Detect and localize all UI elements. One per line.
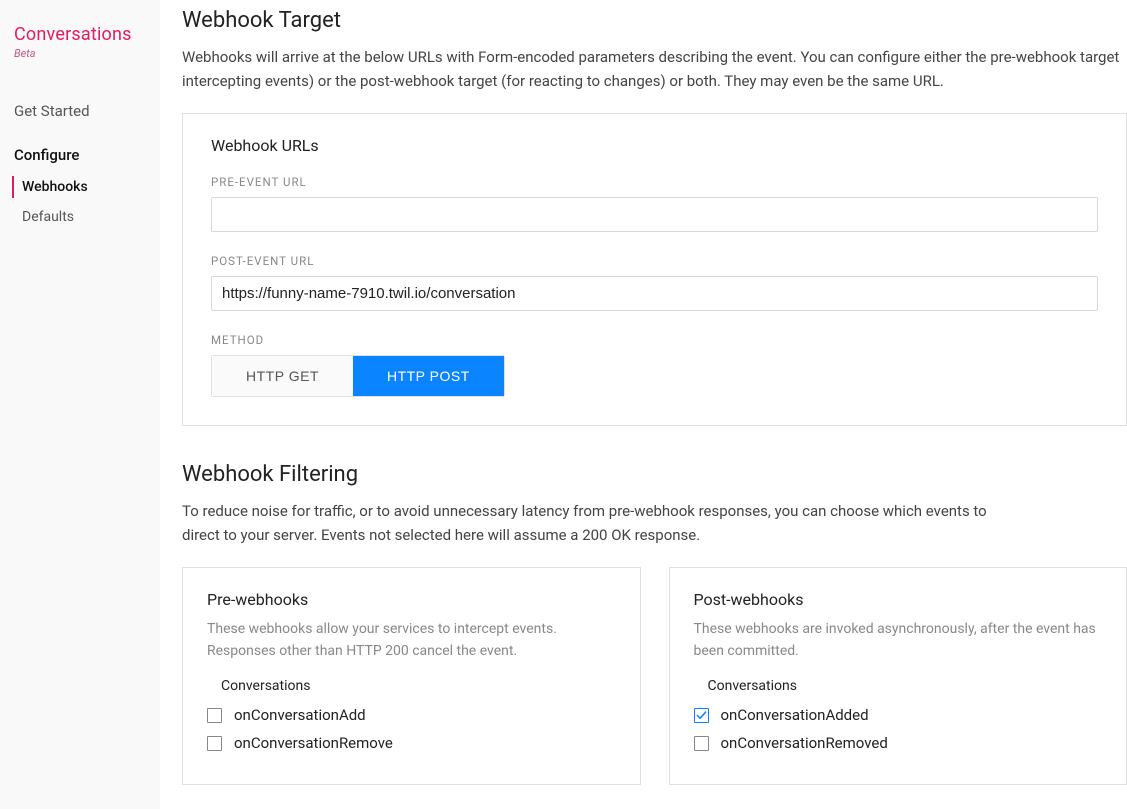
post-webhooks-title: Post-webhooks <box>694 590 1103 609</box>
sidebar: Conversations Beta Get Started Configure… <box>0 0 160 809</box>
webhook-filtering-heading: Webhook Filtering <box>182 462 1127 487</box>
post-webhooks-desc: These webhooks are invoked asynchronousl… <box>694 619 1103 662</box>
webhook-urls-title: Webhook URLs <box>211 136 1098 155</box>
pre-event-url-label: PRE-EVENT URL <box>211 175 1098 189</box>
webhook-urls-panel: Webhook URLs PRE-EVENT URL POST-EVENT UR… <box>182 113 1127 426</box>
webhook-filtering-description: To reduce noise for traffic, or to avoid… <box>182 499 1002 547</box>
webhook-target-heading: Webhook Target <box>182 8 1127 33</box>
pre-webhooks-title: Pre-webhooks <box>207 590 616 609</box>
method-label: METHOD <box>211 333 1098 347</box>
filtering-grid: Pre-webhooks These webhooks allow your s… <box>182 567 1127 785</box>
webhook-target-description: Webhooks will arrive at the below URLs w… <box>182 45 1127 93</box>
sidebar-nav: Get Started Configure Webhooks Defaults <box>0 94 160 232</box>
pre-webhooks-panel: Pre-webhooks These webhooks allow your s… <box>182 567 641 785</box>
post-event-url-label: POST-EVENT URL <box>211 254 1098 268</box>
brand-beta-label: Beta <box>14 47 146 60</box>
post-webhook-item-label: onConversationAdded <box>721 706 869 724</box>
post-event-url-input[interactable] <box>211 276 1098 311</box>
post-webhook-item-row-1[interactable]: onConversationRemoved <box>694 734 1103 752</box>
nav-defaults[interactable]: Defaults <box>0 202 160 232</box>
method-toggle-group: HTTP GET HTTP POST <box>211 355 505 397</box>
post-webhook-item-label: onConversationRemoved <box>721 734 888 752</box>
brand-title: Conversations <box>14 24 146 45</box>
checkbox-icon[interactable] <box>694 708 709 723</box>
http-post-button[interactable]: HTTP POST <box>353 356 504 396</box>
pre-webhook-item-label: onConversationRemove <box>234 734 393 752</box>
pre-webhook-item-label: onConversationAdd <box>234 706 366 724</box>
pre-webhook-item-row-0[interactable]: onConversationAdd <box>207 706 616 724</box>
nav-webhooks[interactable]: Webhooks <box>0 172 160 202</box>
pre-webhook-item-row-1[interactable]: onConversationRemove <box>207 734 616 752</box>
post-webhooks-group: Conversations <box>708 678 1103 694</box>
pre-webhooks-desc: These webhooks allow your services to in… <box>207 619 616 662</box>
pre-webhooks-group: Conversations <box>221 678 616 694</box>
checkbox-icon[interactable] <box>207 708 222 723</box>
post-webhooks-list: onConversationAdded onConversationRemoved <box>694 706 1103 752</box>
main-content: Webhook Target Webhooks will arrive at t… <box>160 0 1127 809</box>
pre-event-url-input[interactable] <box>211 197 1098 232</box>
pre-webhooks-list: onConversationAdd onConversationRemove <box>207 706 616 752</box>
nav-get-started[interactable]: Get Started <box>0 94 160 128</box>
post-webhooks-panel: Post-webhooks These webhooks are invoked… <box>669 567 1127 785</box>
http-get-button[interactable]: HTTP GET <box>212 356 353 396</box>
post-webhook-item-row-0[interactable]: onConversationAdded <box>694 706 1103 724</box>
nav-configure[interactable]: Configure <box>0 138 160 172</box>
brand-block: Conversations Beta <box>0 24 160 64</box>
